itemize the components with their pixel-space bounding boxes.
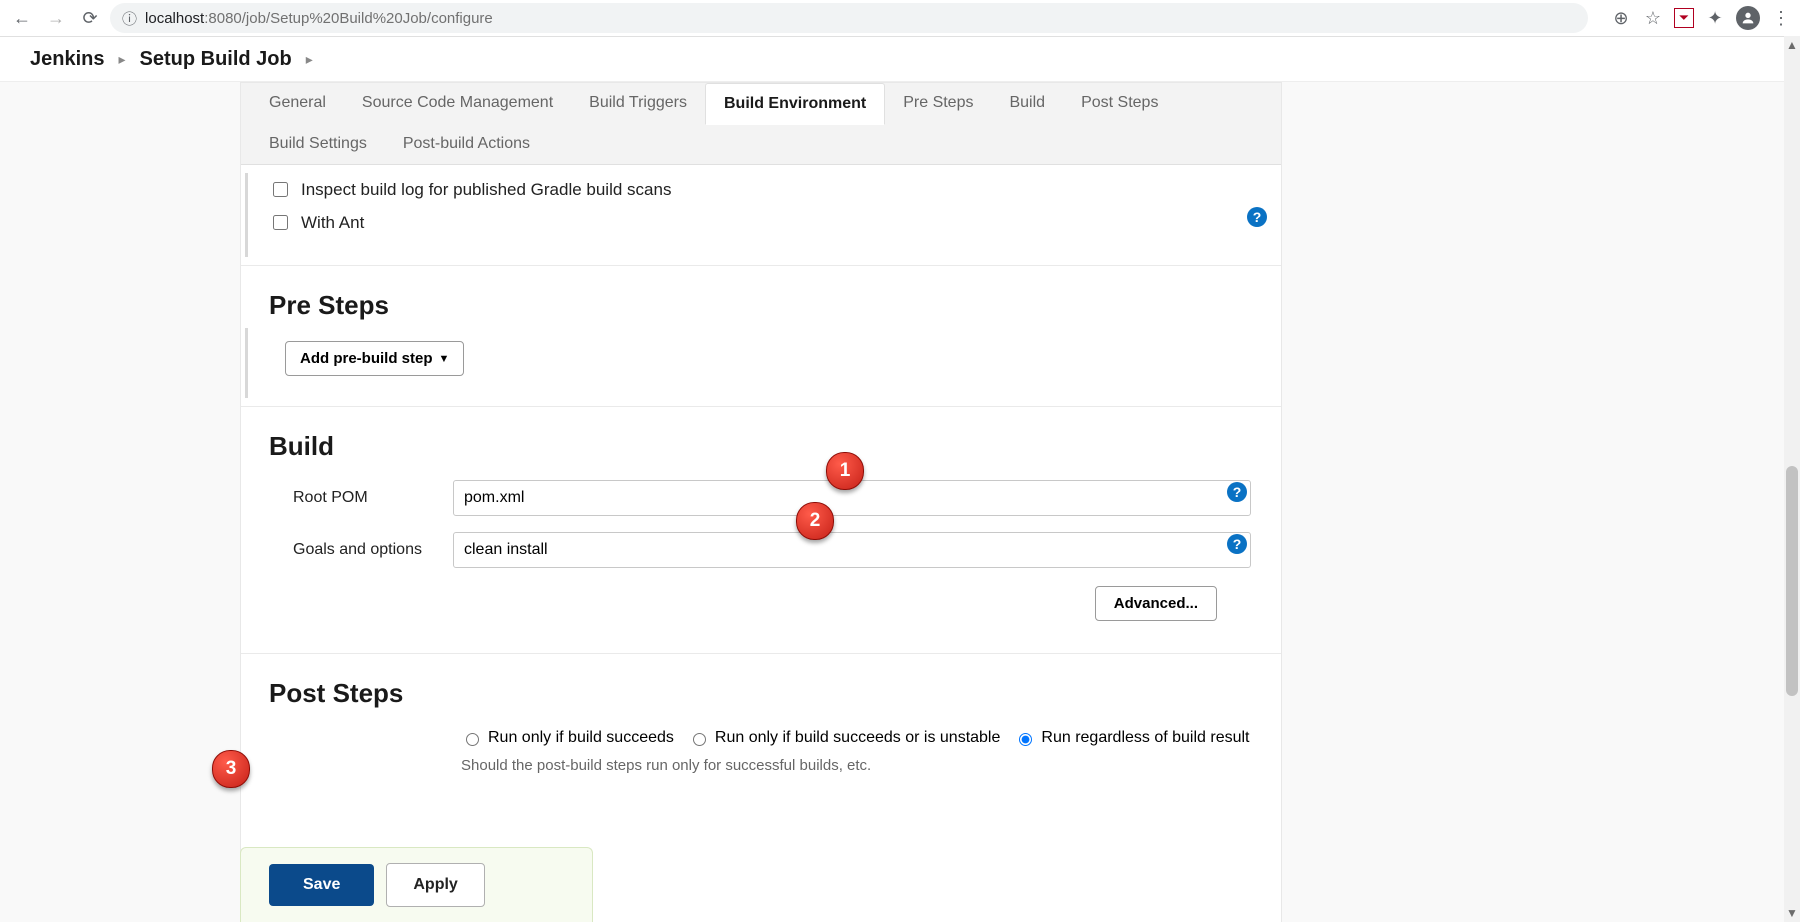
post-steps-radio-group: Run only if build succeeds Run only if b… bbox=[261, 719, 1261, 753]
section-heading-pre-steps: Pre Steps bbox=[269, 290, 1253, 321]
profile-icon[interactable] bbox=[1736, 6, 1760, 30]
scroll-up-icon[interactable]: ▲ bbox=[1786, 36, 1798, 54]
annotation-badge-2: 2 bbox=[796, 502, 834, 540]
browser-right-icons: ⊕ ☆ ⏷ ✦ ⋮ bbox=[1610, 6, 1792, 30]
content-area: General Source Code Management Build Tri… bbox=[0, 82, 1800, 922]
breadcrumb-job[interactable]: Setup Build Job bbox=[140, 48, 292, 71]
build-environment-section: Inspect build log for published Gradle b… bbox=[241, 165, 1281, 266]
section-accent bbox=[245, 173, 248, 257]
checkbox-inspect-gradle-input[interactable] bbox=[273, 182, 288, 197]
radio-label: Run regardless of build result bbox=[1041, 729, 1249, 747]
button-label: Add pre-build step bbox=[300, 350, 433, 367]
tab-build-settings[interactable]: Build Settings bbox=[251, 124, 385, 164]
apply-button[interactable]: Apply bbox=[386, 863, 484, 907]
save-button[interactable]: Save bbox=[269, 864, 374, 906]
radio-input[interactable] bbox=[693, 733, 706, 746]
radio-input[interactable] bbox=[1019, 733, 1032, 746]
breadcrumb-root[interactable]: Jenkins bbox=[30, 48, 104, 71]
scrollbar[interactable]: ▲ ▼ bbox=[1784, 36, 1800, 922]
tab-build-triggers[interactable]: Build Triggers bbox=[571, 83, 705, 124]
config-tabs: General Source Code Management Build Tri… bbox=[241, 83, 1281, 165]
tab-scm[interactable]: Source Code Management bbox=[344, 83, 571, 124]
help-icon[interactable]: ? bbox=[1247, 207, 1267, 227]
checkbox-with-ant[interactable]: With Ant ? bbox=[261, 206, 1261, 239]
tab-build-environment[interactable]: Build Environment bbox=[705, 83, 885, 125]
help-icon[interactable]: ? bbox=[1227, 482, 1247, 502]
tab-post-steps[interactable]: Post Steps bbox=[1063, 83, 1176, 124]
help-icon[interactable]: ? bbox=[1227, 534, 1247, 554]
goals-input[interactable] bbox=[453, 532, 1251, 568]
chevron-right-icon: ▸ bbox=[306, 51, 313, 68]
footer-actions: Save Apply bbox=[240, 847, 593, 922]
radio-run-regardless[interactable]: Run regardless of build result bbox=[1014, 729, 1249, 747]
radio-label: Run only if build succeeds bbox=[488, 729, 674, 747]
reload-button[interactable]: ⟳ bbox=[76, 4, 104, 32]
address-bar[interactable]: ⓘ localhost:8080/job/Setup%20Build%20Job… bbox=[110, 3, 1588, 33]
checkbox-label: With Ant bbox=[301, 213, 364, 233]
advanced-button[interactable]: Advanced... bbox=[1095, 586, 1217, 621]
zoom-icon[interactable]: ⊕ bbox=[1610, 8, 1632, 29]
add-pre-build-step-button[interactable]: Add pre-build step ▼ bbox=[285, 341, 464, 376]
radio-input[interactable] bbox=[466, 733, 479, 746]
info-icon: ⓘ bbox=[122, 8, 137, 29]
annotation-badge-1: 1 bbox=[826, 452, 864, 490]
caret-down-icon: ▼ bbox=[439, 353, 450, 365]
tab-post-build-actions[interactable]: Post-build Actions bbox=[385, 124, 548, 164]
mcafee-icon[interactable]: ⏷ bbox=[1674, 8, 1694, 28]
tab-general[interactable]: General bbox=[251, 83, 344, 124]
section-heading-build: Build bbox=[269, 431, 1253, 462]
post-steps-section: Post Steps Run only if build succeeds Ru… bbox=[241, 654, 1281, 812]
star-icon[interactable]: ☆ bbox=[1642, 8, 1664, 29]
goals-label: Goals and options bbox=[293, 541, 453, 559]
radio-run-if-success[interactable]: Run only if build succeeds bbox=[461, 729, 674, 747]
kebab-menu-icon[interactable]: ⋮ bbox=[1770, 8, 1792, 29]
chevron-right-icon: ▸ bbox=[118, 51, 125, 68]
root-pom-row: Root POM ? bbox=[261, 472, 1261, 524]
extensions-icon[interactable]: ✦ bbox=[1704, 8, 1726, 29]
url-port: :8080 bbox=[204, 10, 242, 27]
tab-pre-steps[interactable]: Pre Steps bbox=[885, 83, 991, 124]
goals-row: Goals and options ? bbox=[261, 524, 1261, 576]
scrollbar-thumb[interactable] bbox=[1786, 466, 1798, 696]
radio-label: Run only if build succeeds or is unstabl… bbox=[715, 729, 1001, 747]
scroll-down-icon[interactable]: ▼ bbox=[1786, 904, 1798, 922]
url-path: /job/Setup%20Build%20Job/configure bbox=[242, 10, 493, 27]
radio-run-if-unstable[interactable]: Run only if build succeeds or is unstabl… bbox=[688, 729, 1001, 747]
checkbox-label: Inspect build log for published Gradle b… bbox=[301, 180, 671, 200]
back-button[interactable]: ← bbox=[8, 4, 36, 32]
browser-toolbar: ← → ⟳ ⓘ localhost:8080/job/Setup%20Build… bbox=[0, 0, 1800, 37]
build-section: Build Root POM ? Goals and options ? Adv… bbox=[241, 407, 1281, 654]
tab-build[interactable]: Build bbox=[991, 83, 1063, 124]
url-host: localhost bbox=[145, 10, 204, 27]
section-accent bbox=[245, 328, 248, 398]
checkbox-with-ant-input[interactable] bbox=[273, 215, 288, 230]
post-steps-hint: Should the post-build steps run only for… bbox=[261, 753, 1261, 786]
pre-steps-section: Pre Steps Add pre-build step ▼ bbox=[241, 266, 1281, 407]
root-pom-label: Root POM bbox=[293, 489, 453, 507]
breadcrumb: Jenkins ▸ Setup Build Job ▸ bbox=[0, 37, 1800, 82]
section-heading-post-steps: Post Steps bbox=[269, 678, 1253, 709]
annotation-badge-3: 3 bbox=[212, 750, 250, 788]
checkbox-inspect-gradle[interactable]: Inspect build log for published Gradle b… bbox=[261, 173, 1261, 206]
config-panel: General Source Code Management Build Tri… bbox=[240, 82, 1282, 922]
forward-button[interactable]: → bbox=[42, 4, 70, 32]
